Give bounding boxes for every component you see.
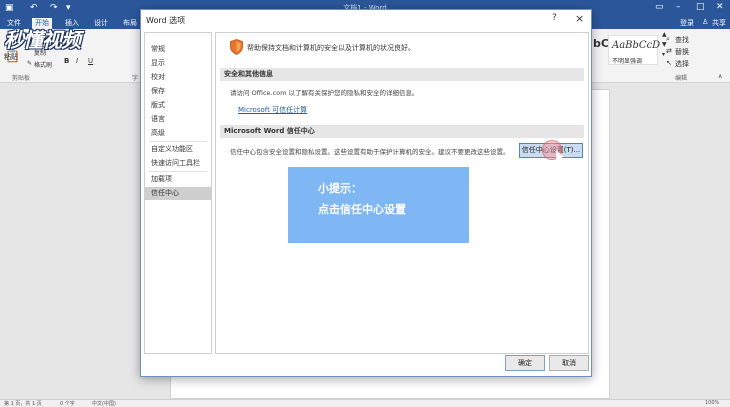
paste-button[interactable]: 粘贴 <box>4 52 18 62</box>
collapse-ribbon-icon[interactable]: ∧ <box>718 73 722 80</box>
tab-layout[interactable]: 布局 <box>120 18 140 28</box>
nav-divider <box>149 171 207 172</box>
format-painter-icon[interactable]: ✎ <box>27 60 32 67</box>
trustworthy-computing-link[interactable]: Microsoft 可信任计算 <box>238 105 307 115</box>
nav-customize-ribbon[interactable]: 自定义功能区 <box>145 143 211 156</box>
cancel-button[interactable]: 取消 <box>549 355 589 371</box>
watermark-logo: 秒懂视频 <box>4 28 81 52</box>
nav-language[interactable]: 语言 <box>145 113 211 126</box>
format-painter-button[interactable]: 格式刷 <box>34 60 52 69</box>
nav-add-ins[interactable]: 加载项 <box>145 173 211 186</box>
close-window-icon[interactable]: ✕ <box>716 2 724 12</box>
style-partial[interactable]: bC <box>593 37 609 50</box>
ribbon-display-icon[interactable]: ▭ <box>655 2 664 12</box>
minimize-icon[interactable]: – <box>676 2 681 12</box>
security-section-header: 安全和其他信息 <box>220 68 584 81</box>
nav-advanced[interactable]: 高级 <box>145 127 211 140</box>
find-icon[interactable]: ⌕ <box>666 35 670 44</box>
dialog-close-button[interactable]: × <box>575 12 584 25</box>
ok-button[interactable]: 确定 <box>505 355 545 371</box>
page-count[interactable]: 第 1 页，共 1 页 <box>4 400 42 407</box>
nav-trust-center[interactable]: 信任中心 <box>145 187 211 200</box>
replace-button[interactable]: 替换 <box>675 47 689 57</box>
share-button[interactable]: 共享 <box>712 18 726 28</box>
bold-button[interactable]: B <box>64 57 69 65</box>
shield-icon <box>230 39 243 55</box>
tip-text: 点击信任中心设置 <box>318 203 406 216</box>
font-group-label: 字 <box>132 75 139 82</box>
edit-group-label: 编辑 <box>675 75 688 82</box>
nav-divider <box>149 141 207 142</box>
nav-save[interactable]: 保存 <box>145 85 211 98</box>
nav-quick-access-toolbar[interactable]: 快速访问工具栏 <box>145 157 211 170</box>
status-bar: 第 1 页，共 1 页 0 个字 中文(中国) 100% <box>0 399 730 407</box>
tip-overlay: 小提示： 点击信任中心设置 <box>288 167 469 243</box>
help-button[interactable]: ? <box>552 13 557 23</box>
clipboard-group-label: 剪贴板 <box>12 75 31 82</box>
zoom-level[interactable]: 100% <box>705 400 719 406</box>
nav-layout[interactable]: 版式 <box>145 99 211 112</box>
nav-proofing[interactable]: 校对 <box>145 71 211 84</box>
italic-button[interactable]: I <box>76 57 78 65</box>
find-button[interactable]: 查找 <box>675 35 689 45</box>
options-nav: 常规 显示 校对 保存 版式 语言 高级 自定义功能区 快速访问工具栏 加载项 … <box>144 32 212 354</box>
select-button[interactable]: 选择 <box>675 59 689 69</box>
trust-intro-text: 帮助保持文档和计算机的安全以及计算机的状况良好。 <box>247 44 415 52</box>
nav-display[interactable]: 显示 <box>145 57 211 70</box>
word-count[interactable]: 0 个字 <box>60 400 75 407</box>
nav-general[interactable]: 常规 <box>145 43 211 56</box>
trust-center-description: 信任中心包含安全设置和隐私设置。这些设置有助于保护计算机的安全。建议不要更改这些… <box>230 148 510 156</box>
trust-center-section-header: Microsoft Word 信任中心 <box>220 125 584 138</box>
tab-design[interactable]: 设计 <box>91 18 111 28</box>
maximize-icon[interactable]: □ <box>696 2 705 12</box>
dialog-title: Word 选项 <box>146 16 186 25</box>
replace-icon[interactable]: ⇄ <box>666 47 672 55</box>
share-icon[interactable]: ♙ <box>702 18 708 26</box>
style-subtle-emphasis[interactable]: AaBbCcD 不明显强调 <box>608 35 661 65</box>
language-indicator[interactable]: 中文(中国) <box>92 400 116 407</box>
tip-title: 小提示： <box>318 182 362 195</box>
styles-more-icon[interactable]: ▾ <box>662 51 665 58</box>
select-icon[interactable]: ↖ <box>666 59 672 67</box>
security-info-text: 请访问 Office.com 以了解有关保护您的隐私和安全的详细信息。 <box>230 89 419 97</box>
style-name: 不明显强调 <box>612 58 643 65</box>
login-link[interactable]: 登录 <box>680 18 694 28</box>
underline-button[interactable]: U <box>88 57 93 65</box>
style-sample: AaBbCcD <box>612 40 661 51</box>
